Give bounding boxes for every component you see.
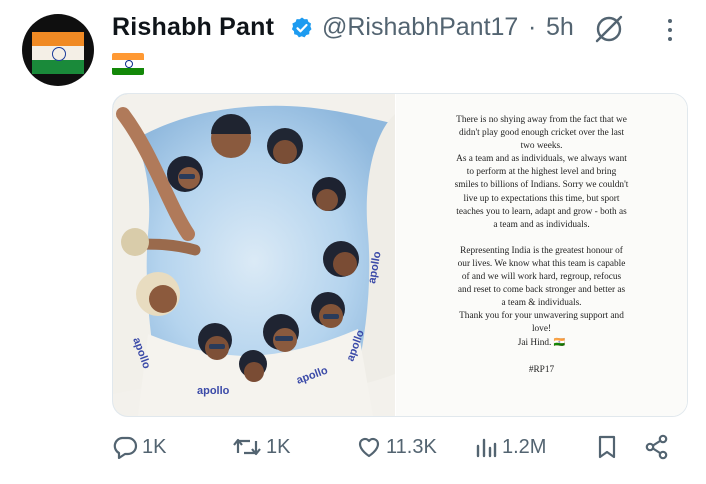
statement-line: As a team and as individuals, we always …: [456, 154, 627, 165]
action-bar: 1K 1K 11.3K 1.2M: [112, 432, 698, 464]
views-count: 1.2M: [502, 435, 547, 458]
statement-line: Jai Hind. 🇮🇳: [517, 337, 566, 348]
repost-icon: [233, 438, 261, 456]
statement-line: There is no shying away from the fact th…: [456, 115, 627, 125]
statement-line: and reset to come back stronger and bett…: [457, 285, 626, 296]
statement-hashtag: #RP17: [528, 364, 555, 375]
statement-line: didn't play good enough cricket over the…: [458, 128, 625, 139]
views-button[interactable]: 1.2M: [474, 432, 546, 462]
share-button[interactable]: [644, 432, 670, 462]
team-huddle-photo[interactable]: apollo apollo apollo apollo apollo: [113, 94, 395, 416]
bookmark-button[interactable]: [596, 432, 618, 462]
statement-line: love!: [531, 324, 552, 335]
india-flag-icon: [112, 53, 144, 75]
statement-line: two weeks.: [520, 141, 563, 152]
share-icon: [645, 434, 668, 460]
repost-count: 1K: [266, 435, 291, 458]
heart-icon: [358, 437, 380, 458]
author-handle[interactable]: @RishabhPant17: [322, 13, 518, 42]
avatar-chakra-icon: [52, 47, 66, 61]
bookmark-icon: [598, 435, 616, 459]
statement-line: of and we will work hard, regroup, refoc…: [461, 272, 622, 283]
statement-line: Thank you for your unwavering support an…: [459, 311, 624, 322]
verified-badge-icon: [291, 17, 312, 38]
reply-icon: [113, 436, 138, 459]
statement-line: a team and as individuals.: [493, 219, 590, 230]
reply-count: 1K: [142, 435, 167, 458]
author-avatar[interactable]: [22, 14, 94, 86]
repost-button[interactable]: 1K: [232, 432, 290, 462]
author-name[interactable]: Rishabh Pant: [112, 13, 274, 42]
post-time[interactable]: 5h: [546, 13, 574, 42]
views-icon: [476, 438, 497, 458]
like-count: 11.3K: [386, 435, 437, 458]
statement-line: a team & individuals.: [501, 298, 582, 309]
statement-line: live up to expectations this time, but s…: [463, 193, 620, 204]
statement-line: our lives. We know what this team is cap…: [457, 258, 626, 269]
reply-button[interactable]: 1K: [112, 432, 166, 462]
post-media[interactable]: apollo apollo apollo apollo apollo There…: [112, 93, 688, 417]
statement-line: teaches you to learn, adapt and grow - b…: [456, 206, 627, 217]
svg-text:apollo: apollo: [197, 385, 230, 397]
meta-separator: ·: [528, 13, 537, 41]
statement-note: There is no shying away from the fact th…: [396, 94, 687, 416]
statement-line: Representing India is the greatest honou…: [460, 245, 623, 256]
avatar-saffron-band: [32, 32, 84, 46]
like-button[interactable]: 11.3K: [356, 432, 437, 462]
statement-line: to perform at the highest level and brin…: [466, 167, 617, 178]
avatar-green-band: [32, 60, 84, 74]
more-options-icon[interactable]: [666, 16, 674, 42]
grok-icon[interactable]: [594, 14, 624, 44]
statement-line: smiles to billions of Indians. Sorry we …: [454, 180, 629, 191]
